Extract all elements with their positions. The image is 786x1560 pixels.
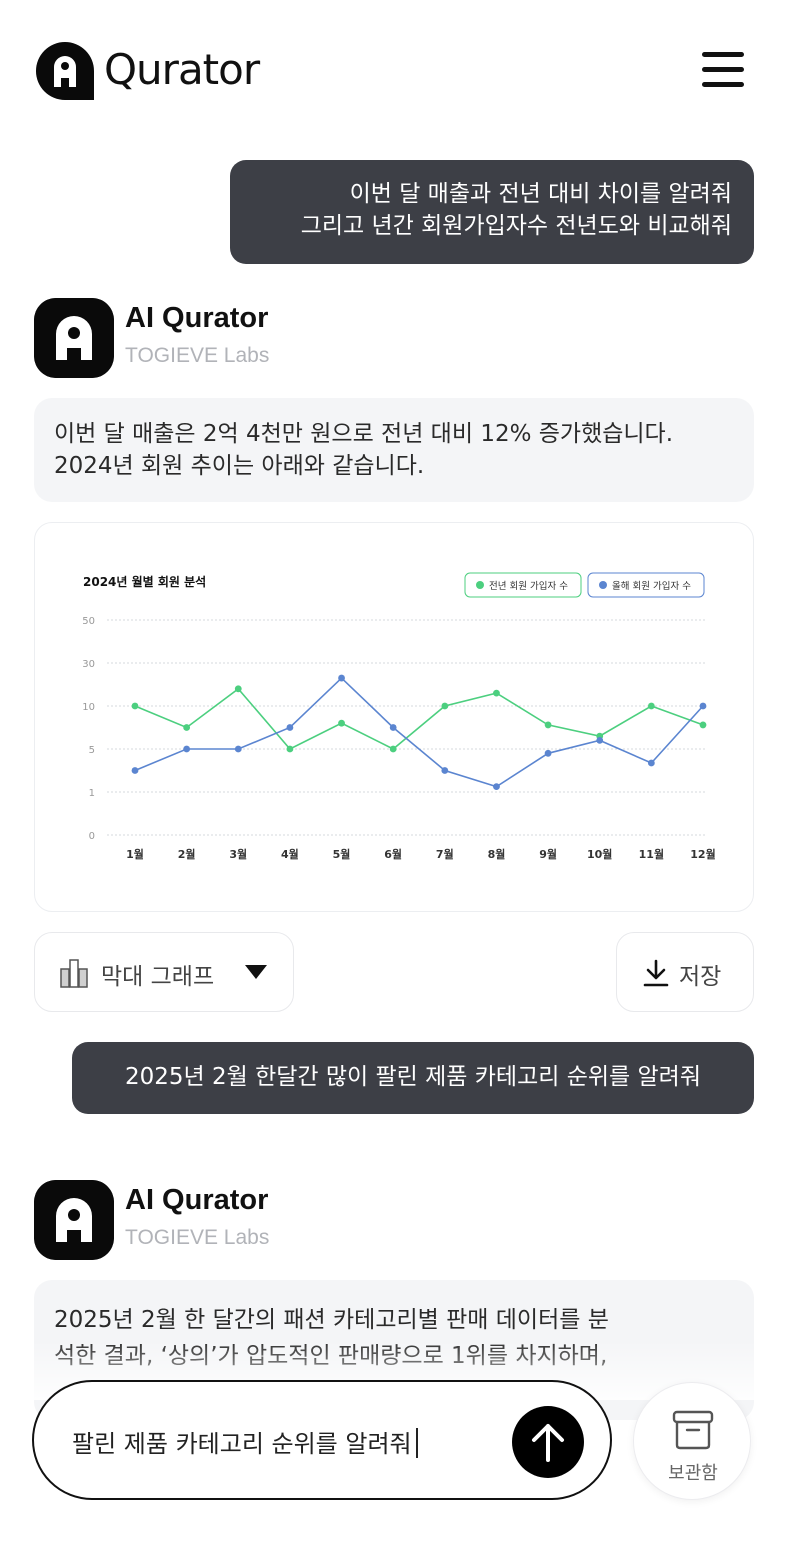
data-point — [183, 745, 191, 753]
y-tick-label: 10 — [82, 702, 95, 713]
data-point — [699, 702, 707, 710]
data-point — [493, 689, 500, 697]
x-tick-label: 10월 — [587, 847, 612, 861]
ai-name: AI Qurator — [125, 302, 269, 334]
save-button[interactable]: 저장 — [616, 932, 754, 1012]
archive-button[interactable]: 보관함 — [633, 1382, 751, 1500]
ai-message: 이번 달 매출은 2억 4천만 원으로 전년 대비 12% 증가했습니다. 20… — [34, 398, 754, 502]
data-point — [234, 745, 242, 753]
save-label: 저장 — [679, 964, 722, 990]
line-chart: 2024년 월별 회원 분석 0 1 5 10 30 50 1월 2월 3월 4월 5월 6월 7월 8월 9… — [82, 572, 716, 861]
ai-avatar-icon — [34, 1180, 114, 1260]
qurator-logo-icon — [35, 42, 94, 100]
ai-avatar-icon — [34, 298, 114, 378]
chevron-down-icon — [245, 965, 267, 979]
user-message: 2025년 2월 한달간 많이 팔린 제품 카테고리 순위를 알려줘 — [72, 1042, 754, 1114]
x-tick-label: 7월 — [436, 847, 454, 861]
message-line: 2025년 2월 한달간 많이 팔린 제품 카테고리 순위를 알려줘 — [124, 1064, 701, 1090]
data-point — [441, 767, 449, 774]
data-point — [338, 674, 345, 682]
hamburger-menu-icon[interactable] — [702, 52, 744, 88]
series-line — [134, 676, 704, 788]
user-message: 이번 달 매출과 전년 대비 차이를 알려줘 그리고 년간 회원가입자수 전년도… — [230, 160, 754, 264]
data-point — [647, 759, 655, 767]
data-point — [544, 749, 552, 757]
data-point — [286, 724, 294, 731]
data-point — [441, 702, 449, 710]
archive-box-icon — [672, 1410, 714, 1450]
message-line: 이번 달 매출과 전년 대비 차이를 알려줘 — [349, 181, 732, 207]
data-point — [647, 702, 655, 710]
y-tick-label: 30 — [82, 659, 95, 670]
chat-input-text[interactable]: 팔린 제품 카테고리 순위를 알려줘 — [72, 1424, 418, 1459]
data-point — [234, 685, 242, 693]
download-icon — [643, 959, 669, 987]
ai-org: TOGIEVE Labs — [125, 1226, 270, 1249]
y-tick-label: 1 — [89, 788, 95, 799]
send-button[interactable] — [512, 1406, 584, 1478]
message-line: 2024년 회원 추이는 아래와 같습니다. — [54, 453, 425, 479]
y-tick-label: 50 — [82, 616, 95, 627]
x-tick-label: 9월 — [539, 847, 557, 861]
x-tick-label: 11월 — [639, 847, 664, 861]
legend-label: 전년 회원 가입자 수 — [489, 580, 568, 592]
archive-label: 보관함 — [668, 1463, 718, 1484]
ai-name: AI Qurator — [125, 1184, 269, 1216]
legend-swatch — [476, 581, 484, 589]
data-point — [699, 721, 707, 729]
series-line — [134, 687, 704, 750]
message-line: 석한 결과, ‘상의’가 압도적인 판매량으로 1위를 차지하며, — [54, 1343, 608, 1369]
data-point — [493, 783, 500, 791]
data-point — [389, 745, 397, 753]
legend-label: 올해 회원 가입자 수 — [612, 580, 691, 592]
y-tick-label: 0 — [89, 831, 95, 842]
x-tick-label: 2월 — [178, 847, 196, 861]
chat-input[interactable]: 팔린 제품 카테고리 순위를 알려줘 — [32, 1380, 612, 1500]
data-point — [131, 702, 139, 710]
ai-sender-header: AI Qurator TOGIEVE Labs — [34, 1180, 434, 1260]
data-point — [131, 767, 139, 774]
message-line: 2025년 2월 한 달간의 패션 카테고리별 판매 데이터를 분 — [54, 1307, 609, 1333]
ai-org: TOGIEVE Labs — [125, 344, 270, 367]
chart-type-dropdown[interactable]: 막대 그래프 — [34, 932, 294, 1012]
x-tick-label: 8월 — [488, 847, 506, 861]
x-tick-label: 1월 — [126, 847, 144, 861]
brand-name: Qurator — [104, 45, 260, 94]
x-tick-label: 5월 — [333, 847, 351, 861]
x-tick-label: 6월 — [384, 847, 402, 861]
x-tick-label: 3월 — [229, 847, 247, 861]
message-line: 그리고 년간 회원가입자수 전년도와 비교해줘 — [300, 213, 732, 239]
y-tick-label: 5 — [89, 745, 95, 756]
bar-chart-icon — [60, 959, 88, 988]
data-point — [338, 719, 345, 727]
arrow-up-icon — [532, 1424, 564, 1462]
x-tick-label: 4월 — [281, 847, 299, 861]
data-point — [183, 724, 191, 731]
chart-title: 2024년 월별 회원 분석 — [83, 574, 206, 589]
data-point — [544, 721, 552, 729]
data-point — [596, 737, 604, 744]
message-line: 이번 달 매출은 2억 4천만 원으로 전년 대비 12% 증가했습니다. — [54, 421, 674, 447]
ai-sender-header: AI Qurator TOGIEVE Labs — [34, 298, 434, 378]
chart-type-label: 막대 그래프 — [101, 964, 215, 990]
legend-swatch — [599, 581, 607, 589]
x-tick-label: 12월 — [690, 847, 715, 861]
app-header: Qurator — [34, 38, 754, 102]
data-point — [286, 745, 294, 753]
member-line-chart-card: 2024년 월별 회원 분석 0 1 5 10 30 50 1월 2월 3월 4월 5월 6월 7월 8월 9… — [34, 522, 754, 912]
data-point — [389, 724, 397, 731]
